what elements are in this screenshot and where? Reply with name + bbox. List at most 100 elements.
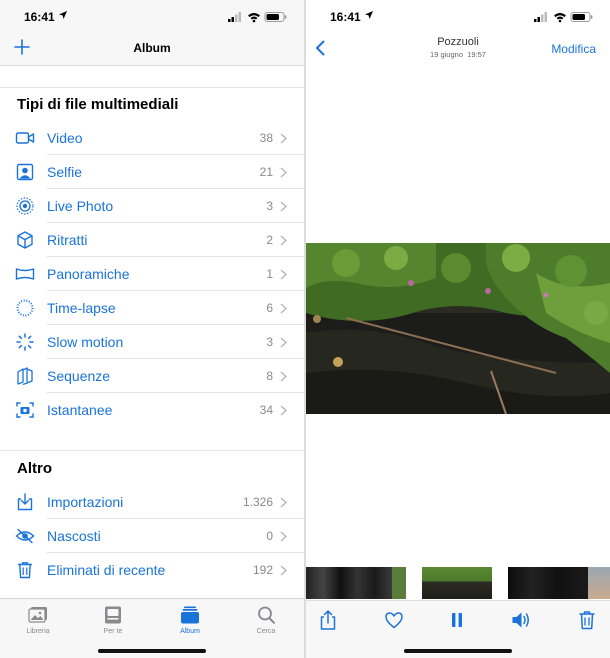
chevron-right-icon [280, 497, 287, 508]
video-frame-image[interactable] [306, 243, 610, 414]
search-icon [258, 606, 275, 624]
album-count: 38 [259, 131, 273, 145]
album-row-portraits[interactable]: Ritratti 2 [0, 223, 304, 257]
photo-toolbar [306, 600, 610, 658]
timelapse-icon [16, 299, 34, 317]
chevron-right-icon [280, 303, 287, 314]
chevron-right-icon [280, 405, 287, 416]
section-title-media-types: Tipi di file multimediali [17, 96, 179, 113]
status-time: 16:41 [24, 10, 55, 24]
album-count: 3 [266, 199, 273, 213]
album-count: 0 [266, 529, 273, 543]
album-count: 21 [259, 165, 273, 179]
panorama-icon [15, 268, 35, 280]
filmstrip-frame [508, 567, 588, 599]
album-count: 8 [266, 369, 273, 383]
selfie-icon [16, 163, 34, 181]
page-title: Album [133, 41, 171, 55]
share-icon[interactable] [317, 609, 339, 631]
video-scrubber-filmstrip[interactable] [306, 567, 610, 599]
section-divider [0, 450, 304, 451]
location-arrow-icon [59, 11, 67, 19]
album-count: 6 [266, 301, 273, 315]
burst-icon [17, 367, 33, 386]
tab-label: Album [180, 628, 200, 635]
edit-button[interactable]: Modifica [551, 42, 596, 56]
tab-library[interactable]: Libreria [8, 605, 68, 641]
album-label: Time-lapse [47, 300, 116, 316]
chevron-right-icon [280, 235, 287, 246]
status-time: 16:41 [330, 10, 361, 24]
trash-icon [18, 562, 32, 579]
tab-search[interactable]: Cerca [236, 605, 296, 641]
filmstrip-frame [392, 567, 406, 599]
chevron-right-icon [280, 565, 287, 576]
chevron-right-icon [280, 337, 287, 348]
pause-icon[interactable] [446, 609, 468, 631]
chevron-right-icon [280, 201, 287, 212]
album-row-screenshots[interactable]: Istantanee 34 [0, 393, 304, 427]
home-indicator[interactable] [98, 649, 206, 653]
album-label: Eliminati di recente [47, 562, 166, 578]
screenshot-icon [16, 402, 34, 418]
for-you-icon [105, 606, 121, 624]
album-row-imports[interactable]: Importazioni 1.326 [0, 485, 304, 519]
album-row-live-photo[interactable]: Live Photo 3 [0, 189, 304, 223]
filmstrip-frame [306, 567, 392, 599]
album-label: Live Photo [47, 198, 114, 214]
chevron-right-icon [280, 269, 287, 280]
tab-bar: Libreria Per te Album Cerca [0, 598, 304, 658]
slow-motion-icon [16, 333, 34, 351]
photo-viewer-screen: 16:41 Pozzuoli 19 giugno 19:57 Modifica [306, 0, 610, 658]
album-row-bursts[interactable]: Sequenze 8 [0, 359, 304, 393]
tab-label: Per te [103, 628, 123, 635]
home-indicator[interactable] [404, 649, 512, 653]
album-label: Istantanee [47, 402, 113, 418]
album-row-video[interactable]: Video 38 [0, 121, 304, 155]
album-row-selfie[interactable]: Selfie 21 [0, 155, 304, 189]
status-bar: 16:41 [0, 0, 304, 32]
albums-screen: 16:41 Album Tipi di file multimediali Vi… [0, 0, 304, 658]
chevron-right-icon [280, 133, 287, 144]
tab-label: Libreria [26, 628, 50, 635]
album-label: Panoramiche [47, 266, 130, 282]
albums-icon [181, 606, 199, 624]
album-count: 3 [266, 335, 273, 349]
album-row-hidden[interactable]: Nascosti 0 [0, 519, 304, 553]
video-icon [15, 132, 35, 144]
album-label: Nascosti [47, 528, 101, 544]
album-label: Video [47, 130, 83, 146]
photo-date: 19 giugno [430, 50, 463, 59]
photo-time: 19:57 [467, 50, 486, 59]
trash-icon[interactable] [576, 609, 598, 631]
album-count: 1 [266, 267, 273, 281]
chevron-right-icon [280, 371, 287, 382]
album-count: 1.326 [242, 495, 273, 509]
live-photo-icon [16, 197, 34, 215]
filmstrip-frame [588, 567, 610, 599]
album-label: Ritratti [47, 232, 88, 248]
chevron-right-icon [280, 531, 287, 542]
album-count: 34 [259, 403, 273, 417]
speaker-icon[interactable] [510, 609, 532, 631]
album-row-recently-deleted[interactable]: Eliminati di recente 192 [0, 553, 304, 587]
status-indicators-icon [534, 12, 593, 23]
heart-icon[interactable] [383, 609, 405, 631]
portrait-cube-icon [17, 231, 33, 249]
album-row-panoramas[interactable]: Panoramiche 1 [0, 257, 304, 291]
album-count: 192 [252, 563, 273, 577]
album-label: Sequenze [47, 368, 111, 384]
status-bar: 16:41 [306, 0, 610, 32]
album-row-timelapse[interactable]: Time-lapse 6 [0, 291, 304, 325]
album-label: Slow motion [47, 334, 124, 350]
location-arrow-icon [365, 11, 373, 19]
tab-for-you[interactable]: Per te [83, 605, 143, 641]
import-icon [17, 493, 33, 511]
tab-albums[interactable]: Album [160, 605, 220, 641]
section-divider [0, 87, 304, 88]
library-photos-icon [28, 607, 47, 623]
album-row-slow-motion[interactable]: Slow motion 3 [0, 325, 304, 359]
filmstrip-frame [422, 567, 492, 599]
album-label: Selfie [47, 164, 83, 180]
album-count: 2 [266, 233, 273, 247]
